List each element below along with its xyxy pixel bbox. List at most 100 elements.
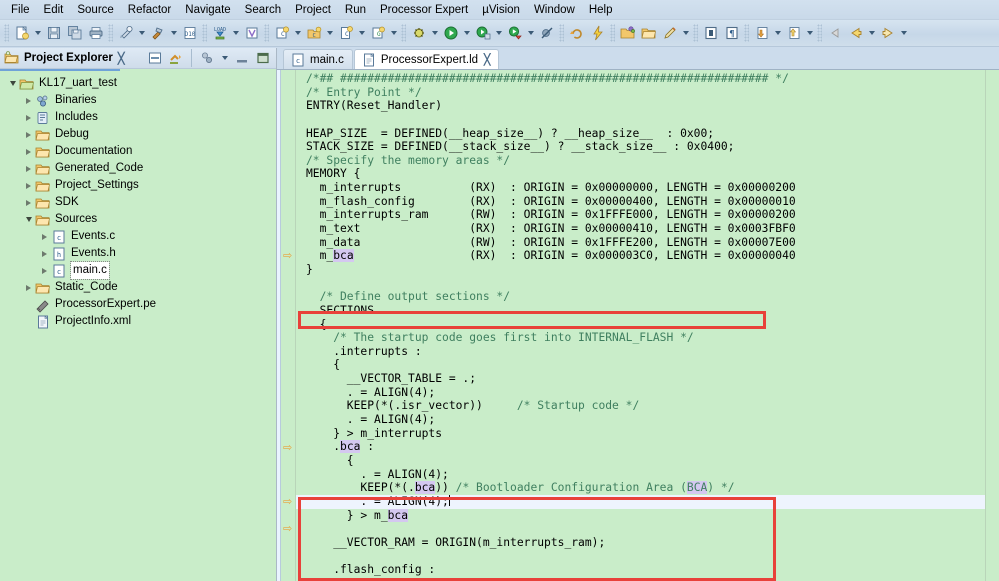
tree-item-sdk[interactable]: SDK [0, 194, 276, 211]
chevron-down-icon[interactable] [32, 23, 43, 43]
source-editor[interactable]: /*## ###################################… [277, 69, 999, 581]
tree-item-main-c[interactable]: c main.c [0, 261, 276, 280]
code-line[interactable]: m_data (RW) : ORIGIN = 0x1FFFE200, LENGT… [306, 236, 985, 250]
maximize-icon[interactable] [254, 49, 272, 67]
menu-item-run[interactable]: Run [338, 1, 373, 19]
code-line[interactable] [306, 113, 985, 127]
toolbar-grip[interactable] [559, 24, 564, 42]
run-icon[interactable] [440, 23, 461, 44]
code-line[interactable]: m_interrupts (RX) : ORIGIN = 0x00000000,… [306, 181, 985, 195]
code-line[interactable]: .bca : [306, 440, 985, 454]
menu-item--vision[interactable]: µVision [475, 1, 527, 19]
twisty-closed-icon[interactable] [22, 111, 35, 124]
code-line[interactable]: { [306, 577, 985, 581]
code-line[interactable]: .interrupts : [306, 345, 985, 359]
next-annotation-icon[interactable] [751, 23, 772, 44]
menu-item-file[interactable]: File [4, 1, 37, 19]
fold-marker-icon[interactable] [283, 250, 294, 261]
twisty-closed-icon[interactable] [22, 196, 35, 209]
toolbar-grip[interactable] [202, 24, 207, 42]
save-all-icon[interactable] [64, 23, 85, 44]
code-line[interactable]: m_interrupts_ram (RW) : ORIGIN = 0x1FFFE… [306, 208, 985, 222]
save-icon[interactable] [43, 23, 64, 44]
print-icon[interactable] [85, 23, 106, 44]
twisty-closed-icon[interactable] [22, 162, 35, 175]
tree-item-sources[interactable]: Sources [0, 211, 276, 228]
code-line[interactable]: SECTIONS [306, 304, 985, 318]
tree-item-events-h[interactable]: h Events.h [0, 245, 276, 262]
open-resource-icon[interactable] [617, 23, 638, 44]
chevron-down-icon[interactable] [356, 23, 367, 43]
tree-item-includes[interactable]: Includes [0, 109, 276, 126]
code-line[interactable] [306, 277, 985, 291]
menu-item-search[interactable]: Search [238, 1, 288, 19]
view-menu-icon[interactable] [219, 48, 230, 68]
code-line[interactable]: { [306, 454, 985, 468]
code-line[interactable]: { [306, 318, 985, 332]
toolbar-grip[interactable] [4, 24, 9, 42]
code-line[interactable]: HEAP_SIZE = DEFINED(__heap_size__) ? __h… [306, 127, 985, 141]
fold-marker-icon[interactable] [283, 496, 294, 507]
build-hammer-icon[interactable] [147, 23, 168, 44]
toolbar-grip[interactable] [693, 24, 698, 42]
new-cpp-project-icon[interactable]: C [303, 23, 324, 44]
chevron-down-icon[interactable] [493, 23, 504, 43]
code-line[interactable] [306, 549, 985, 563]
twisty-closed-icon[interactable] [38, 264, 51, 277]
tree-item-static-code[interactable]: Static_Code [0, 279, 276, 296]
toolbar-grip[interactable] [744, 24, 749, 42]
tree-item-documentation[interactable]: Documentation [0, 143, 276, 160]
twisty-closed-icon[interactable] [22, 145, 35, 158]
code-line[interactable]: m_bca (RX) : ORIGIN = 0x000003C0, LENGTH… [306, 249, 985, 263]
tree-item-debug[interactable]: Debug [0, 126, 276, 143]
chevron-down-icon[interactable] [866, 23, 877, 43]
editor-tab-processorexpert-ld[interactable]: ProcessorExpert.ld ╳ [353, 49, 500, 69]
menu-item-help[interactable]: Help [582, 1, 620, 19]
code-line[interactable]: { [306, 358, 985, 372]
collapse-all-icon[interactable] [146, 49, 164, 67]
backward-history-icon[interactable] [845, 23, 866, 44]
menu-item-processor-expert[interactable]: Processor Expert [373, 1, 475, 19]
back-icon[interactable] [824, 23, 845, 44]
link-with-editor-icon[interactable] [167, 49, 185, 67]
code-line[interactable]: m_text (RX) : ORIGIN = 0x00000410, LENGT… [306, 222, 985, 236]
chevron-down-icon[interactable] [136, 23, 147, 43]
tree-item-generated-code[interactable]: Generated_Code [0, 160, 276, 177]
chevron-down-icon[interactable] [168, 23, 179, 43]
twisty-closed-icon[interactable] [22, 281, 35, 294]
code-line[interactable]: MEMORY { [306, 167, 985, 181]
code-line[interactable]: } > m_bca [306, 508, 985, 523]
code-content[interactable]: /*## ###################################… [296, 70, 985, 581]
code-line[interactable]: /* Specify the memory areas */ [306, 154, 985, 168]
menu-item-source[interactable]: Source [70, 1, 120, 19]
twisty-closed-icon[interactable] [22, 128, 35, 141]
tree-item-processorexpert-pe[interactable]: ProcessorExpert.pe [0, 296, 276, 313]
toolbar-grip[interactable] [108, 24, 113, 42]
new-file-icon[interactable] [11, 23, 32, 44]
code-line[interactable]: . = ALIGN(4); [296, 494, 985, 509]
chevron-down-icon[interactable] [680, 23, 691, 43]
flash-load-icon[interactable]: LOAD [209, 23, 230, 44]
minimize-icon[interactable] [233, 49, 251, 67]
code-line[interactable]: /*## ###################################… [306, 72, 985, 86]
new-class-icon[interactable]: G [367, 23, 388, 44]
disassemble-icon[interactable]: D10 [179, 23, 200, 44]
twisty-closed-icon[interactable] [22, 179, 35, 192]
toolbar-grip[interactable] [264, 24, 269, 42]
flash-verify-icon[interactable] [241, 23, 262, 44]
toolbar-grip[interactable] [817, 24, 822, 42]
code-line[interactable]: __VECTOR_RAM = ORIGIN(m_interrupts_ram); [306, 536, 985, 550]
chevron-down-icon[interactable] [525, 23, 536, 43]
chevron-down-icon[interactable] [804, 23, 815, 43]
code-line[interactable]: . = ALIGN(4); [306, 413, 985, 427]
fold-marker-icon[interactable] [283, 442, 294, 453]
twisty-open-icon[interactable] [6, 77, 19, 90]
code-line[interactable]: KEEP(*(.bca)) /* Bootloader Configuratio… [306, 481, 985, 495]
chevron-down-icon[interactable] [388, 23, 399, 43]
menu-item-edit[interactable]: Edit [37, 1, 71, 19]
menu-item-navigate[interactable]: Navigate [178, 1, 237, 19]
tree-item-kl17-uart-test[interactable]: KL17_uart_test [0, 75, 276, 92]
project-tree[interactable]: KL17_uart_test Binaries Includes Debug Docum… [0, 71, 276, 581]
chevron-down-icon[interactable] [230, 23, 241, 43]
chevron-down-icon[interactable] [292, 23, 303, 43]
